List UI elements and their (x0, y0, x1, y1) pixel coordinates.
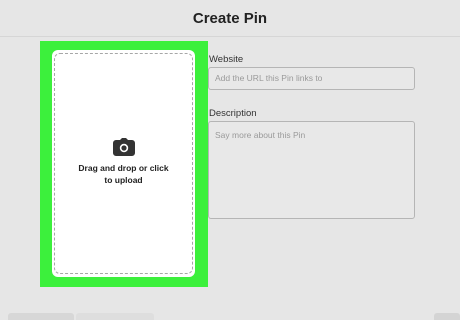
upload-dropzone[interactable]: Drag and drop or click to upload (54, 53, 193, 274)
bottom-tab[interactable] (76, 313, 154, 320)
description-label: Description (209, 108, 257, 119)
header-divider (0, 36, 460, 37)
website-label: Website (209, 54, 244, 65)
bottom-button[interactable] (434, 313, 460, 320)
website-input[interactable]: Add the URL this Pin links to (208, 67, 415, 90)
upload-highlight: Drag and drop or click to upload (40, 41, 208, 287)
description-input[interactable]: Say more about this Pin (208, 121, 415, 219)
page-title: Create Pin (192, 9, 268, 27)
camera-icon (112, 137, 135, 156)
header: Create Pin (0, 0, 460, 36)
bottom-tab[interactable] (8, 313, 74, 320)
upload-area[interactable]: Drag and drop or click to upload (52, 50, 195, 277)
upload-instructions: Drag and drop or click to upload (78, 162, 169, 185)
